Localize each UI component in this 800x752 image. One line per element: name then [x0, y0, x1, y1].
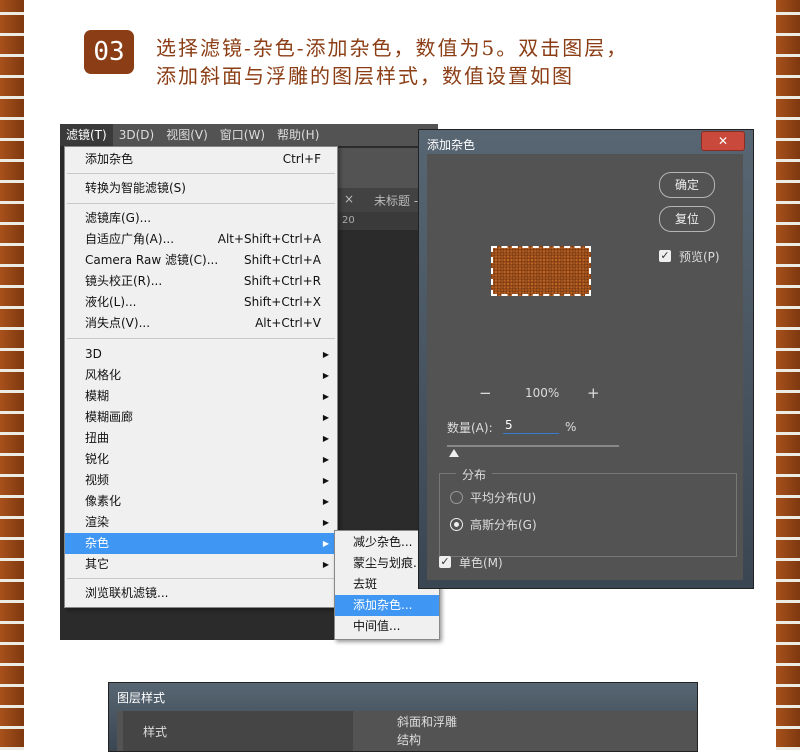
chevron-right-icon: ▶	[322, 539, 329, 548]
menu-item-camera-raw[interactable]: Camera Raw 滤镜(C)... Shift+Ctrl+A	[65, 250, 337, 271]
menu-item-lens-correction[interactable]: 镜头校正(R)... Shift+Ctrl+R	[65, 271, 337, 292]
menu-item-distort[interactable]: 扭曲 ▶	[65, 428, 337, 449]
menu-item-adaptive-wide-angle[interactable]: 自适应广角(A)... Alt+Shift+Ctrl+A	[65, 229, 337, 250]
gaussian-radio[interactable]	[450, 518, 463, 531]
menu-item-liquify[interactable]: 液化(L)... Shift+Ctrl+X	[65, 292, 337, 313]
preview-checkbox[interactable]: ✓	[659, 250, 671, 262]
instruction-text: 选择滤镜-杂色-添加杂色，数值为5。双击图层， 添加斜面与浮雕的图层样式，数值设…	[156, 34, 628, 90]
brick-border-right	[776, 0, 800, 750]
structure-heading: 结构	[397, 733, 422, 747]
amount-slider-track[interactable]	[447, 445, 619, 447]
amount-unit: %	[565, 420, 577, 434]
filter-menu: 添加杂色 Ctrl+F 转换为智能滤镜(S) 滤镜库(G)... 自适应广角(A)…	[64, 146, 338, 608]
uniform-label: 平均分布(U)	[470, 491, 537, 505]
zoom-in-icon[interactable]: +	[587, 384, 600, 402]
zoom-out-icon[interactable]: −	[479, 384, 492, 402]
preview-label: 预览(P)	[679, 250, 720, 264]
dialog-body: 确定 复位 ✓ 预览(P) − 100% + 数量(A): 5 % 分布 平均分…	[427, 154, 743, 580]
menu-item-video[interactable]: 视频 ▶	[65, 470, 337, 491]
ruler-tick: 20	[342, 215, 355, 226]
bevel-emboss-heading: 斜面和浮雕	[397, 715, 458, 729]
chevron-right-icon: ▶	[322, 518, 329, 527]
tab-close-icon[interactable]: ×	[344, 192, 354, 206]
menu-item-stylize[interactable]: 风格化 ▶	[65, 365, 337, 386]
menu-help[interactable]: 帮助(H)	[271, 124, 325, 146]
submenu-add-noise[interactable]: 添加杂色...	[335, 595, 439, 616]
monochromatic-label: 单色(M)	[459, 556, 503, 570]
dialog-title: 添加杂色	[427, 138, 476, 152]
chevron-right-icon: ▶	[322, 392, 329, 401]
uniform-radio[interactable]	[450, 491, 463, 504]
menu-item-sharpen[interactable]: 锐化 ▶	[65, 449, 337, 470]
menu-separator	[67, 173, 335, 174]
ok-button[interactable]: 确定	[659, 172, 715, 198]
layer-style-title: 图层样式	[117, 691, 166, 705]
menubar: 滤镜(T) 3D(D) 视图(V) 窗口(W) 帮助(H)	[60, 124, 438, 146]
chevron-right-icon: ▶	[322, 371, 329, 380]
chevron-right-icon: ▶	[322, 350, 329, 359]
layer-style-dialog: 图层样式 样式 斜面和浮雕 结构	[108, 682, 698, 752]
menu-item-browse-online[interactable]: 浏览联机滤镜...	[65, 583, 337, 604]
styles-label[interactable]: 样式	[143, 723, 167, 740]
menu-item-other[interactable]: 其它 ▶	[65, 554, 337, 575]
menu-view[interactable]: 视图(V)	[160, 124, 214, 146]
instruction-line-1: 选择滤镜-杂色-添加杂色，数值为5。双击图层，	[156, 36, 629, 60]
chevron-right-icon: ▶	[322, 413, 329, 422]
distribution-group: 分布 平均分布(U) 高斯分布(G)	[439, 466, 737, 557]
step-badge: 03	[84, 30, 134, 74]
zoom-level: 100%	[525, 386, 560, 400]
amount-label: 数量(A):	[447, 421, 493, 435]
distribution-label: 分布	[456, 466, 493, 483]
amount-slider-thumb[interactable]	[449, 449, 459, 457]
monochromatic-checkbox[interactable]: ✓	[439, 556, 451, 568]
preview-image	[491, 246, 591, 296]
submenu-median[interactable]: 中间值...	[335, 616, 439, 637]
menu-filter[interactable]: 滤镜(T)	[60, 124, 113, 146]
add-noise-dialog: 添加杂色 ✕ 确定 复位 ✓ 预览(P) − 100% + 数量(A): 5 %…	[418, 129, 754, 589]
gaussian-label: 高斯分布(G)	[470, 518, 537, 532]
chevron-right-icon: ▶	[322, 560, 329, 569]
menu-item-vanishing-point[interactable]: 消失点(V)... Alt+Ctrl+V	[65, 313, 337, 334]
close-icon[interactable]: ✕	[701, 131, 745, 151]
menu-item-smart-filter[interactable]: 转换为智能滤镜(S)	[65, 178, 337, 199]
menu-window[interactable]: 窗口(W)	[214, 124, 271, 146]
menu-item-noise[interactable]: 杂色 ▶	[65, 533, 337, 554]
menu-separator	[67, 578, 335, 579]
menu-item-pixelate[interactable]: 像素化 ▶	[65, 491, 337, 512]
chevron-right-icon: ▶	[322, 497, 329, 506]
layer-style-body: 样式 斜面和浮雕 结构	[117, 711, 697, 751]
styles-list: 样式	[123, 711, 353, 751]
brick-border-left	[0, 0, 24, 750]
reset-button[interactable]: 复位	[659, 206, 715, 232]
chevron-right-icon: ▶	[322, 434, 329, 443]
menu-item-blur-gallery[interactable]: 模糊画廊 ▶	[65, 407, 337, 428]
amount-input[interactable]: 5	[503, 417, 559, 434]
menu-item-filter-gallery[interactable]: 滤镜库(G)...	[65, 208, 337, 229]
menu-item-last-filter[interactable]: 添加杂色 Ctrl+F	[65, 149, 337, 170]
chevron-right-icon: ▶	[322, 455, 329, 464]
chevron-right-icon: ▶	[322, 476, 329, 485]
document-tab-label[interactable]: 未标题 -	[374, 192, 418, 209]
menu-separator	[67, 203, 335, 204]
menu-item-3d[interactable]: 3D ▶	[65, 344, 337, 365]
menu-item-blur[interactable]: 模糊 ▶	[65, 386, 337, 407]
menu-separator	[67, 338, 335, 339]
menu-3d[interactable]: 3D(D)	[113, 124, 160, 146]
instruction-line-2: 添加斜面与浮雕的图层样式，数值设置如图	[156, 64, 574, 88]
menu-item-render[interactable]: 渲染 ▶	[65, 512, 337, 533]
